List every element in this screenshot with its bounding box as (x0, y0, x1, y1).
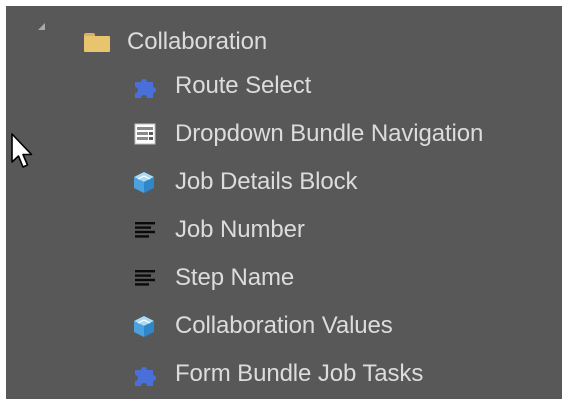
tree-item-dropdown-bundle-navigation[interactable]: Dropdown Bundle Navigation (128, 114, 483, 154)
tree-item-label: Job Details Block (175, 168, 358, 195)
tree-node-collaboration-folder[interactable]: Collaboration (82, 22, 267, 62)
mouse-cursor-icon (11, 133, 33, 168)
expand-collapse-triangle-icon[interactable] (38, 23, 45, 30)
tree-item-label: Step Name (175, 264, 295, 291)
tree-item-label: Route Select (175, 72, 312, 99)
tree-item-job-details-block[interactable]: Job Details Block (128, 162, 357, 202)
text-lines-icon (128, 218, 162, 242)
tree-item-job-number[interactable]: Job Number (128, 210, 305, 250)
tree-item-label: Collaboration Values (175, 312, 393, 339)
screenshot-frame: Collaboration Route Select Dropdown Bund… (0, 0, 568, 405)
tree-item-collaboration-values[interactable]: Collaboration Values (128, 306, 393, 346)
tree-item-step-name[interactable]: Step Name (128, 258, 294, 298)
tree-item-form-bundle-job-tasks[interactable]: Form Bundle Job Tasks (128, 354, 423, 394)
cube-icon (128, 314, 162, 338)
tree-item-route-select[interactable]: Route Select (128, 66, 311, 106)
puzzle-icon (128, 362, 162, 386)
puzzle-icon (128, 74, 162, 98)
tree-item-label: Dropdown Bundle Navigation (175, 120, 484, 147)
tree-panel: Collaboration Route Select Dropdown Bund… (6, 6, 562, 399)
tree-item-label: Job Number (175, 216, 305, 243)
tree-item-label: Form Bundle Job Tasks (175, 360, 424, 387)
tree-node-label: Collaboration (127, 28, 268, 55)
text-lines-icon (128, 266, 162, 290)
form-icon (128, 122, 162, 146)
cube-icon (128, 170, 162, 194)
folder-icon (82, 30, 112, 54)
